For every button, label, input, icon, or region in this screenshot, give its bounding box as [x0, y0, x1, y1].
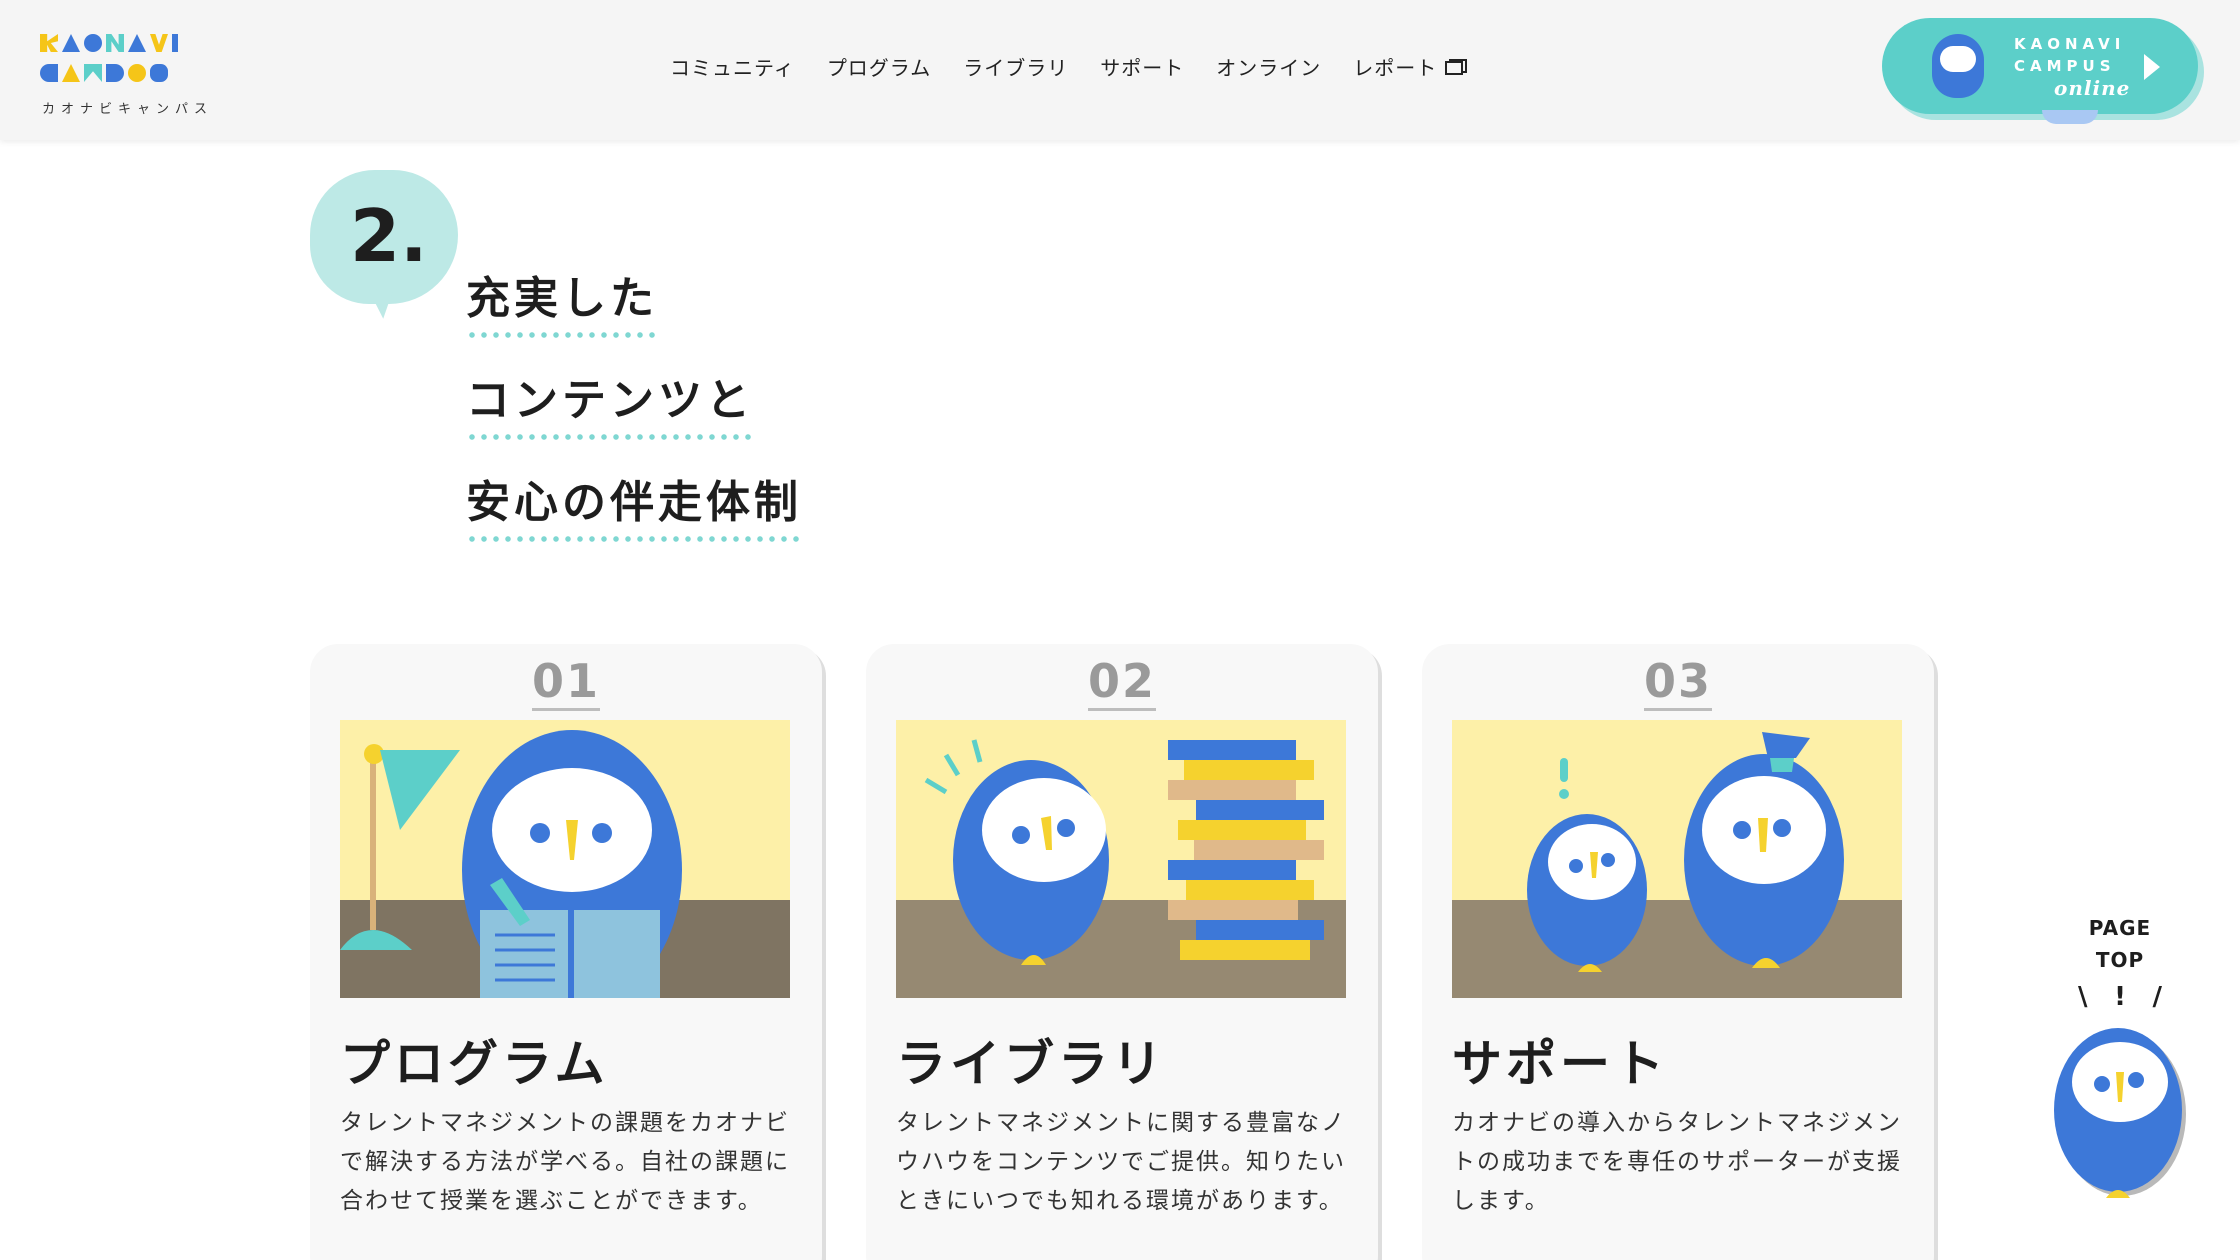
owl-books-illustration: [896, 720, 1346, 998]
online-brand-line3: online: [2054, 76, 2131, 100]
logo-row-bottom: [40, 58, 210, 88]
section-number-bubble: 2.: [310, 170, 458, 304]
page-top-marks: \ ! /: [2078, 982, 2162, 1012]
card-number: 03: [1422, 654, 1934, 711]
kaonavi-campus-logo[interactable]: カオナビキャンパス: [40, 28, 210, 118]
card-number: 01: [310, 654, 822, 711]
headline-line-2: コンテンツと: [466, 364, 754, 440]
card-title: プログラム: [340, 1035, 609, 1093]
headline-line-1: 充実した: [466, 262, 658, 338]
card-number: 02: [866, 654, 1378, 711]
page-top-line1: PAGE: [2088, 916, 2152, 940]
nav-community[interactable]: コミュニティ: [670, 52, 795, 81]
online-brand-line1: KAONAVI: [2014, 35, 2126, 53]
page-top-label: PAGE TOP: [2040, 912, 2200, 976]
online-button-tail: [2042, 110, 2098, 124]
section-number: 2.: [350, 194, 428, 278]
play-icon: [2144, 54, 2160, 80]
logo-subtitle: カオナビキャンパス: [42, 102, 214, 117]
owl-studying-illustration: [340, 720, 790, 998]
feature-card-library[interactable]: 02 ライブラリ タレントマネジメントに関する豊富なノウハウをコンテンツでご提供…: [866, 644, 1378, 1260]
nav-library[interactable]: ライブラリ: [963, 52, 1068, 81]
card-description: タレントマネジメントに関する豊富なノウハウをコンテンツでご提供。知りたいときにい…: [896, 1110, 1346, 1214]
online-brand: KAONAVI CAMPUS online: [2014, 33, 2130, 99]
page-top-mark-center: !: [2114, 982, 2126, 1012]
nav-program[interactable]: プログラム: [827, 52, 931, 81]
page-top-mark-left: \: [2078, 982, 2088, 1012]
card-description: タレントマネジメントの課題をカオナビで解決する方法が学べる。自社の課題に合わせて…: [340, 1110, 790, 1214]
owl-mascot-icon: [1932, 34, 1984, 98]
card-description: カオナビの導入からタレントマネジメントの成功までを専任のサポーターが支援します。: [1452, 1110, 1902, 1214]
online-brand-line2: CAMPUS: [2014, 57, 2116, 75]
page-top-mark-right: /: [2152, 982, 2162, 1012]
section-headline: 充実した コンテンツと 安心の伴走体制: [466, 262, 802, 568]
card-title: サポート: [1452, 1035, 1668, 1093]
headline-line-3: 安心の伴走体制: [466, 466, 802, 542]
page-top-button[interactable]: PAGE TOP \ ! /: [2040, 912, 2200, 1212]
nav-support[interactable]: サポート: [1100, 52, 1184, 81]
feature-card-support[interactable]: 03 サポート カオナビの導入からタレントマネジメントの成功までを専任のサポータ…: [1422, 644, 1934, 1260]
logo-row-top: [40, 28, 210, 58]
page-top-line2: TOP: [2095, 948, 2145, 972]
site-header: カオナビキャンパス コミュニティ プログラム ライブラリ サポート オンライン …: [0, 0, 2240, 140]
external-link-icon: [1445, 58, 1468, 75]
online-campus-button[interactable]: KAONAVI CAMPUS online: [1882, 18, 2198, 124]
nav-report-label: レポート: [1353, 56, 1438, 80]
nav-online[interactable]: オンライン: [1216, 52, 1321, 81]
card-title: ライブラリ: [896, 1035, 1166, 1093]
owl-mascot-icon: [2054, 1028, 2186, 1198]
global-nav: コミュニティ プログラム ライブラリ サポート オンライン レポート: [670, 52, 1468, 81]
nav-report[interactable]: レポート: [1353, 52, 1468, 81]
owl-support-illustration: [1452, 720, 1902, 998]
feature-card-program[interactable]: 01 プログラム タレントマネジメントの課題をカオナビで解決する方法が学べる。自…: [310, 644, 822, 1260]
